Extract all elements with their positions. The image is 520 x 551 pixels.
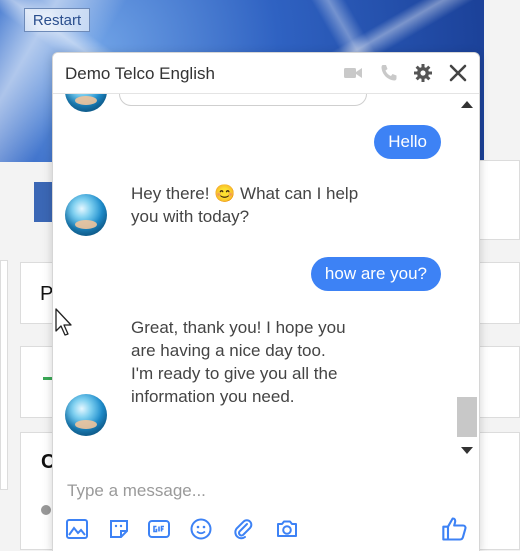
like-icon[interactable] [441, 515, 469, 543]
bot-avatar [65, 194, 107, 236]
mouse-cursor-icon [55, 308, 72, 336]
scroll-down-arrow-icon[interactable] [461, 447, 473, 454]
background-right-card-4 [476, 432, 520, 550]
scrollbar[interactable] [455, 95, 477, 467]
gear-icon[interactable] [413, 63, 433, 83]
background-right-card-3 [476, 346, 520, 418]
user-icon [41, 505, 51, 515]
background-right-card-2 [476, 262, 520, 324]
restart-button[interactable]: Restart [24, 8, 90, 32]
message-list: Hello Hey there! 😊 What can I help you w… [53, 94, 479, 470]
message-composer [53, 471, 479, 551]
image-icon[interactable] [65, 517, 89, 541]
bot-avatar [65, 94, 107, 112]
gif-icon[interactable] [147, 517, 171, 541]
camera-icon[interactable] [275, 517, 299, 541]
background-left-strip [0, 260, 8, 490]
previous-message-bubble [119, 94, 367, 106]
message-input[interactable] [65, 477, 449, 505]
bot-avatar [65, 394, 107, 436]
bot-message: Hey there! 😊 What can I help you with to… [131, 184, 359, 226]
chat-widget: Demo Telco English Hello Hey there! 😊 Wh… [52, 52, 480, 551]
scroll-up-arrow-icon[interactable] [461, 101, 473, 108]
scrollbar-thumb[interactable] [457, 397, 477, 437]
video-icon[interactable] [343, 63, 363, 83]
chat-header: Demo Telco English [53, 53, 479, 94]
background-right-card-1 [476, 160, 520, 240]
user-message: how are you? [310, 257, 441, 291]
phone-icon[interactable] [379, 63, 399, 83]
user-message: Hello [374, 125, 441, 159]
attachment-icon[interactable] [231, 517, 255, 541]
chat-title: Demo Telco English [65, 64, 215, 83]
sticker-icon[interactable] [107, 517, 131, 541]
close-icon[interactable] [448, 63, 468, 83]
bot-message: Great, thank you! I hope you are having … [131, 318, 346, 406]
emoji-icon[interactable] [189, 517, 213, 541]
